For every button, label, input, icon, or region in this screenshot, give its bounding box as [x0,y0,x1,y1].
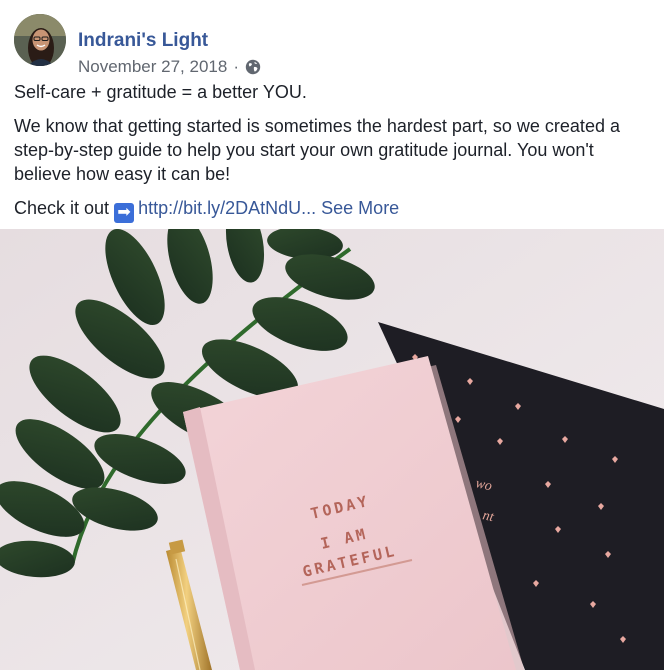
see-more-link[interactable]: See More [321,198,399,218]
author-name[interactable]: Indrani's Light [78,30,208,52]
avatar[interactable] [14,14,66,66]
post-paragraph-2: We know that getting started is sometime… [14,116,620,184]
globe-icon[interactable] [245,59,261,75]
facebook-post: Indrani's Light November 27, 2018 · Self… [0,0,664,670]
post-link[interactable]: http://bit.ly/2DAtNdU... [138,198,316,218]
post-paragraph-3: Check it out ➡ http://bit.ly/2DAtNdU... S… [14,196,644,223]
check-prefix: Check it out [14,198,110,218]
meta-separator: · [233,57,239,76]
post-text: Self-care + gratitude = a better YOU. We… [14,80,644,233]
post-date[interactable]: November 27, 2018 [78,56,227,78]
right-arrow-icon: ➡ [114,203,135,223]
post-photo[interactable]: wo nt TODAY I AM GRATEFUL [0,229,664,670]
post-paragraph-1: Self-care + gratitude = a better YOU. [14,82,307,102]
post-header: Indrani's Light November 27, 2018 · [14,14,614,76]
post-meta: November 27, 2018 · [78,56,261,78]
